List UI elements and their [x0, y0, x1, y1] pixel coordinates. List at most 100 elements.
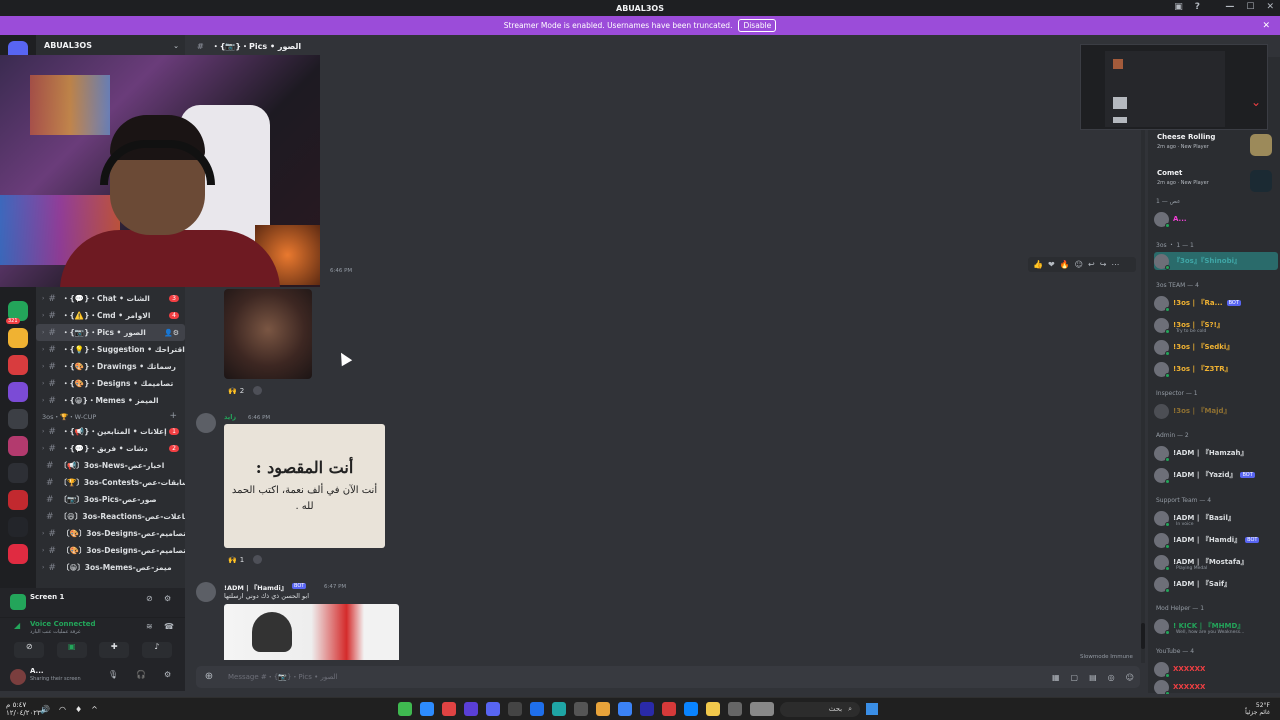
location-icon[interactable]: ♦ [75, 705, 82, 714]
channel-item[interactable]: › # ・{💡}・Suggestion • اقتراحك [36, 341, 185, 358]
member-item[interactable]: !3os | 『Ra... BOT [1154, 294, 1278, 312]
activity-icon[interactable]: ✚ [99, 642, 130, 658]
channel-item[interactable]: › # ・{💬}・Chat • الشات 3 [36, 290, 185, 307]
server-icon[interactable] [8, 355, 28, 375]
app-icon[interactable] [442, 702, 456, 716]
heart-icon[interactable]: ❤ [1048, 260, 1055, 269]
app-icon[interactable] [574, 702, 588, 716]
channel-item[interactable]: › # 〔🎨〕3os-Designs-تصاميم-عص [36, 525, 185, 542]
chevron-up-icon[interactable]: ^ [91, 705, 98, 714]
message-composer[interactable]: ⊕ Message #・{📷}・Pics • الصور ▦ ▢ ▤ ◎ ☺ [196, 666, 1140, 688]
server-icon[interactable] [8, 328, 28, 348]
channel-item[interactable]: › # ・{😁}・Memes • الميمز [36, 392, 185, 409]
stream-preview[interactable]: ⌄ [1080, 44, 1268, 130]
chat-scrollbar[interactable] [1141, 57, 1145, 663]
scroll-thumb[interactable] [1141, 623, 1145, 649]
server-icon[interactable]: 321 [6, 301, 28, 324]
channel-item[interactable]: › # ・{🎨}・Designs • تصاميمك [36, 375, 185, 392]
channel-settings-icon[interactable]: 👤⚙ [164, 329, 179, 337]
app-icon[interactable] [420, 702, 434, 716]
server-icon[interactable] [8, 463, 28, 483]
channel-category[interactable]: 3os・🏆・W-CUP + [36, 409, 185, 423]
folder-icon[interactable] [706, 702, 720, 716]
channel-item[interactable]: # 〔📢〕3os-News-اخبار-عص [36, 457, 185, 474]
channel-item[interactable]: › # 〔🎨〕3os-Designs-تصاميم-عص [36, 542, 185, 559]
add-channel-icon[interactable]: + [169, 411, 177, 421]
premiere-icon[interactable] [640, 702, 654, 716]
close-icon[interactable]: ✕ [1266, 2, 1274, 12]
member-item[interactable]: !ADM | 『Yazid』 BOT [1154, 466, 1278, 484]
gift-icon[interactable]: ▢ [1071, 673, 1079, 682]
member-item[interactable]: !ADM | 『Saif』 [1154, 575, 1278, 593]
gif-icon[interactable]: ▤ [1089, 673, 1097, 682]
noise-suppression-icon[interactable]: ≋ [146, 622, 153, 631]
inbox-icon[interactable]: ▣ [1174, 2, 1183, 12]
banner-close-icon[interactable]: ✕ [1262, 21, 1270, 31]
microphone-icon[interactable]: 🎙 [108, 670, 118, 679]
add-reaction-icon[interactable]: ☺ [1075, 260, 1083, 269]
channel-item[interactable]: › # 〔😁〕3os-Memes-ميمز-عص [36, 559, 185, 576]
member-item[interactable]: !3os | 『Z3TR』 [1154, 360, 1278, 378]
member-item[interactable]: !ADM | 『Hamzah』 [1154, 444, 1278, 462]
stream-settings-icon[interactable]: ⚙ [164, 594, 171, 603]
discord-icon[interactable] [486, 702, 500, 716]
taskbar-search[interactable]: بحث ⌕ [780, 701, 860, 717]
help-icon[interactable]: ? [1195, 2, 1200, 12]
server-icon[interactable] [8, 517, 28, 537]
server-header[interactable]: ABUAL3OS ⌄ [36, 35, 185, 57]
server-icon[interactable] [8, 544, 28, 564]
clock[interactable]: ٥:٤٧ م ١٢/٠٤/٢٠٢٣ [6, 701, 41, 717]
fire-icon[interactable]: 🔥 [1060, 260, 1070, 269]
member-item[interactable]: A... [1154, 210, 1278, 228]
channel-item[interactable]: › # ・{🎨}・Drawings • رسماتك [36, 358, 185, 375]
message-author[interactable]: !ADM | 『Hamdi』 [224, 582, 287, 592]
add-reaction-icon[interactable] [253, 555, 263, 564]
disable-button[interactable]: Disable [738, 19, 777, 32]
member-item[interactable]: ! KICK | 『MHMD』 Well, how are you Weaknes… [1154, 617, 1278, 635]
member-item[interactable]: !3os | 『S?!』 Try to be cold [1154, 316, 1278, 334]
message-image[interactable] [224, 289, 312, 379]
activity-card[interactable]: Comet 2m ago · New Player [1154, 166, 1278, 200]
headphones-icon[interactable]: 🎧 [136, 670, 146, 679]
server-icon[interactable] [8, 382, 28, 402]
screen-share-icon[interactable]: ▣ [56, 642, 87, 658]
member-item[interactable]: !ADM | 『Hamdi』 BOT [1154, 531, 1278, 549]
soundboard-icon[interactable]: ♪ [141, 642, 172, 658]
start-icon[interactable] [866, 703, 878, 715]
emoji-icon[interactable]: ☺ [1126, 673, 1134, 682]
app-icon[interactable] [728, 702, 742, 716]
member-item[interactable]: 『3os』『Shinobi』 [1154, 252, 1278, 270]
app-icon[interactable] [530, 702, 544, 716]
weather-widget[interactable]: 52°F غائم جزئياً [1245, 702, 1270, 716]
member-item[interactable]: !3os | 『Majd』 [1154, 402, 1278, 420]
app-icon[interactable] [684, 702, 698, 716]
more-icon[interactable]: ⋯ [1111, 260, 1119, 269]
avatar[interactable] [10, 669, 26, 685]
reaction[interactable]: 🙌 1 [228, 555, 263, 564]
member-item[interactable]: XXXXXX [1154, 660, 1278, 678]
app-icon[interactable] [662, 702, 676, 716]
camera-off-icon[interactable]: ⊘ [14, 642, 45, 658]
volume-icon[interactable]: 🔊 [40, 705, 50, 714]
app-icon[interactable] [398, 702, 412, 716]
avatar[interactable] [196, 582, 216, 602]
app-icon[interactable] [508, 702, 522, 716]
channel-item-active[interactable]: › # ・{📷}・Pics • الصور 👤⚙ [36, 324, 185, 341]
apps-icon[interactable]: ▦ [1052, 673, 1060, 682]
member-item[interactable]: !3os | 『Sedki』 [1154, 338, 1278, 356]
reply-icon[interactable]: ↩ [1088, 260, 1095, 269]
server-icon[interactable] [8, 490, 28, 510]
add-reaction-icon[interactable] [253, 386, 263, 395]
message-author[interactable]: زايد [224, 413, 236, 421]
channel-item[interactable]: › # ・{💬}・دشات • فريق 2 [36, 440, 185, 457]
server-icon[interactable] [8, 409, 28, 429]
disconnect-icon[interactable]: ☎ [164, 622, 174, 631]
channel-item[interactable]: #〔🏆〕3os-Contests-مسابقات-عص [36, 474, 185, 491]
member-item[interactable]: !ADM | 『Basil』 In voice [1154, 509, 1278, 527]
stop-stream-icon[interactable]: ⊘ [146, 594, 153, 603]
attach-icon[interactable]: ⊕ [204, 672, 214, 682]
settings-icon[interactable]: ⚙ [164, 670, 171, 679]
server-icon[interactable] [8, 436, 28, 456]
app-icon[interactable] [750, 702, 774, 716]
maximize-icon[interactable]: ☐ [1246, 2, 1254, 12]
